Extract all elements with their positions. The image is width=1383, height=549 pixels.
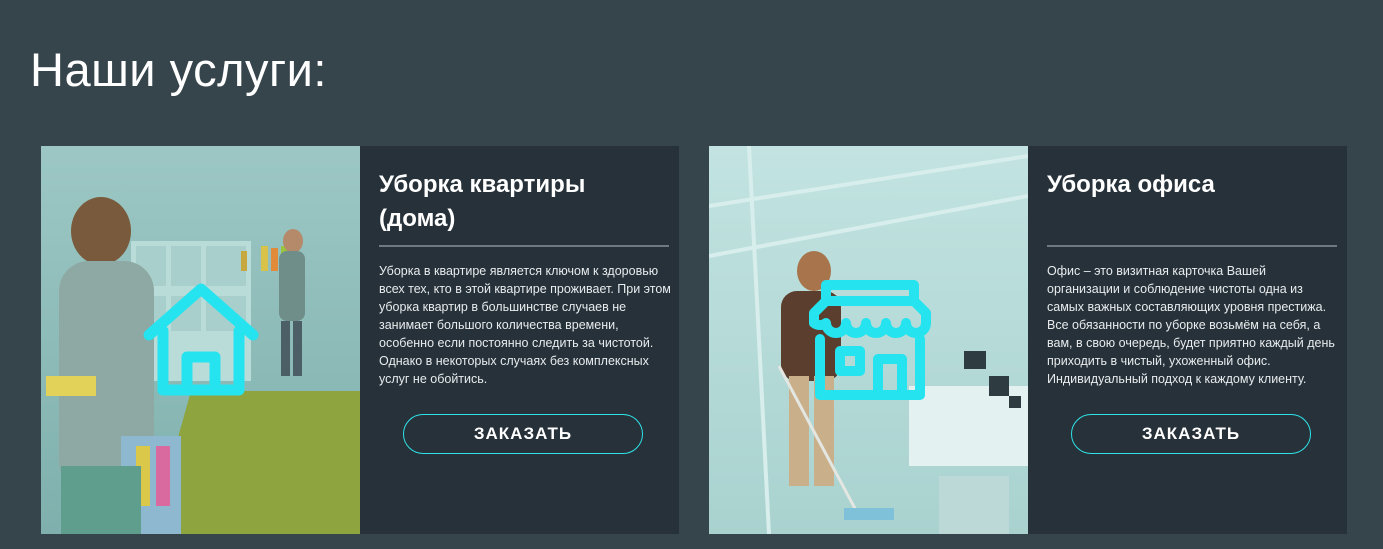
order-button[interactable]: ЗАКАЗАТЬ <box>403 414 643 454</box>
service-card-office: Уборка офиса Офис – это визитная карточк… <box>709 146 1347 534</box>
service-info-apartment: Уборка квартиры (дома) Уборка в квартире… <box>360 146 679 534</box>
service-description: Уборка в квартире является ключом к здор… <box>379 264 671 386</box>
storefront-icon <box>809 280 931 400</box>
service-title: Уборка квартиры (дома) <box>379 171 586 232</box>
apartment-photo <box>41 146 360 534</box>
divider <box>1047 245 1337 247</box>
service-card-apartment: Уборка квартиры (дома) Уборка в квартире… <box>41 146 679 534</box>
section-title: Наши услуги: <box>30 43 327 96</box>
order-button[interactable]: ЗАКАЗАТЬ <box>1071 414 1311 454</box>
house-icon <box>143 283 259 396</box>
service-title: Уборка офиса <box>1047 171 1215 198</box>
divider <box>379 245 669 247</box>
service-info-office: Уборка офиса Офис – это визитная карточк… <box>1028 146 1347 534</box>
office-photo <box>709 146 1028 534</box>
service-description: Офис – это визитная карточка Вашей орган… <box>1047 264 1335 386</box>
